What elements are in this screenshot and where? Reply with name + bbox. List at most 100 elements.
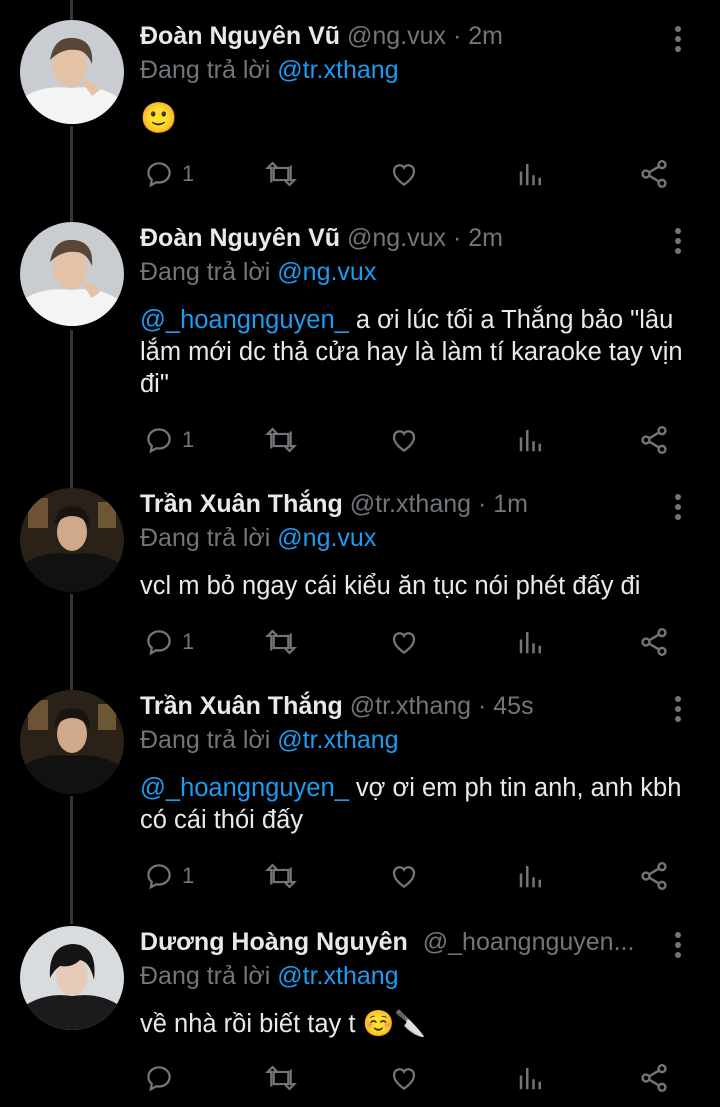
views-button[interactable] <box>516 154 546 194</box>
tweet[interactable]: Đoàn Nguyên Vũ @ng.vux · 2m Đang trả lời… <box>0 0 720 210</box>
share-icon <box>641 426 667 454</box>
reply-button[interactable] <box>144 1058 182 1098</box>
retweet-icon <box>265 427 297 453</box>
views-button[interactable] <box>516 420 546 460</box>
timestamp[interactable]: 2m <box>468 22 503 50</box>
reply-icon <box>147 1066 171 1092</box>
tweet-text: về nhà rồi biết tay t ☺️🔪 <box>140 1008 700 1040</box>
tweet-actions: 1 <box>140 420 700 460</box>
reply-icon <box>147 864 171 890</box>
separator: · <box>452 22 462 50</box>
views-button[interactable] <box>516 622 546 662</box>
share-button[interactable] <box>638 1058 670 1098</box>
timestamp[interactable]: 2m <box>468 224 503 252</box>
display-name[interactable]: Trần Xuân Thắng <box>140 692 343 720</box>
reply-count: 1 <box>182 629 195 654</box>
reply-icon <box>147 630 171 656</box>
views-icon <box>519 866 541 888</box>
display-name[interactable]: Dương Hoàng Nguyên <box>140 928 408 956</box>
user-handle[interactable]: @_hoangnguyen... <box>423 928 635 956</box>
views-icon <box>519 430 541 452</box>
timestamp[interactable]: 1m <box>493 490 528 518</box>
tweet[interactable]: Trần Xuân Thắng @tr.xthang · 45s Đang tr… <box>0 670 720 914</box>
tweet[interactable]: Dương Hoàng Nguyên @_hoangnguyen... Đang… <box>0 906 720 1107</box>
replying-handle[interactable]: @tr.xthang <box>277 56 398 84</box>
retweet-button[interactable] <box>264 622 298 662</box>
tweet[interactable]: Đoàn Nguyên Vũ @ng.vux · 2m Đang trả lời… <box>0 202 720 478</box>
like-icon <box>392 430 416 452</box>
tweet-text: vcl m bỏ ngay cái kiểu ăn tục nói phét đ… <box>140 570 710 602</box>
user-handle[interactable]: @tr.xthang <box>350 692 471 720</box>
retweet-icon <box>265 161 297 187</box>
tweet-text: 🙂 <box>140 102 700 136</box>
tweet-header: Đoàn Nguyên Vũ @ng.vux · 2m <box>140 224 503 253</box>
share-button[interactable] <box>638 420 670 460</box>
more-options-icon[interactable] <box>666 492 690 522</box>
user-handle[interactable]: @ng.vux <box>347 224 446 252</box>
user-handle[interactable]: @tr.xthang <box>350 490 471 518</box>
replying-handle[interactable]: @ng.vux <box>277 524 376 552</box>
tweet[interactable]: Trần Xuân Thắng @tr.xthang · 1m Đang trả… <box>0 468 720 680</box>
replying-label: Đang trả lời <box>140 726 278 754</box>
replying-handle[interactable]: @ng.vux <box>277 258 376 286</box>
retweet-icon <box>265 863 297 889</box>
reply-button[interactable]: 1 <box>144 154 194 194</box>
reply-count: 1 <box>182 863 195 888</box>
like-button[interactable] <box>388 622 420 662</box>
share-icon <box>641 1064 667 1092</box>
avatar[interactable] <box>20 222 124 326</box>
replying-to: Đang trả lời @ng.vux <box>140 258 376 287</box>
mention-link[interactable]: @_hoangnguyen_ <box>140 774 349 802</box>
like-icon <box>392 632 416 654</box>
avatar[interactable] <box>20 926 124 1030</box>
replying-handle[interactable]: @tr.xthang <box>277 726 398 754</box>
share-button[interactable] <box>638 622 670 662</box>
tweet-text-content: vcl m bỏ ngay cái kiểu ăn tục nói phét đ… <box>140 572 641 600</box>
more-options-icon[interactable] <box>666 226 690 256</box>
display-name[interactable]: Trần Xuân Thắng <box>140 490 343 518</box>
replying-label: Đang trả lời <box>140 524 278 552</box>
more-options-icon[interactable] <box>666 694 690 724</box>
timestamp[interactable]: 45s <box>493 692 533 720</box>
tweet-actions: 1 <box>140 154 700 194</box>
views-button[interactable] <box>516 1058 546 1098</box>
more-options-icon[interactable] <box>666 930 690 960</box>
avatar[interactable] <box>20 20 124 124</box>
tweet-header: Trần Xuân Thắng @tr.xthang · 45s <box>140 692 534 721</box>
separator: · <box>477 692 487 720</box>
reply-button[interactable]: 1 <box>144 622 194 662</box>
reply-button[interactable]: 1 <box>144 420 194 460</box>
avatar[interactable] <box>20 690 124 794</box>
replying-to: Đang trả lời @tr.xthang <box>140 726 399 755</box>
reply-icon <box>147 428 171 454</box>
like-button[interactable] <box>388 856 420 896</box>
reply-button[interactable]: 1 <box>144 856 194 896</box>
like-button[interactable] <box>388 154 420 194</box>
replying-handle[interactable]: @tr.xthang <box>277 962 398 990</box>
share-icon <box>641 160 667 188</box>
like-button[interactable] <box>388 1058 420 1098</box>
tweet-header: Dương Hoàng Nguyên @_hoangnguyen... <box>140 928 634 957</box>
like-button[interactable] <box>388 420 420 460</box>
tweet-header: Đoàn Nguyên Vũ @ng.vux · 2m <box>140 22 503 51</box>
retweet-button[interactable] <box>264 154 298 194</box>
retweet-icon <box>265 1065 297 1091</box>
display-name[interactable]: Đoàn Nguyên Vũ <box>140 22 340 50</box>
replying-to: Đang trả lời @ng.vux <box>140 524 376 553</box>
views-icon <box>519 1068 541 1090</box>
retweet-button[interactable] <box>264 856 298 896</box>
user-handle[interactable]: @ng.vux <box>347 22 446 50</box>
share-button[interactable] <box>638 856 670 896</box>
share-icon <box>641 862 667 890</box>
mention-link[interactable]: @_hoangnguyen_ <box>140 306 349 334</box>
replying-label: Đang trả lời <box>140 258 278 286</box>
views-button[interactable] <box>516 856 546 896</box>
more-options-icon[interactable] <box>666 24 690 54</box>
separator: · <box>452 224 462 252</box>
share-button[interactable] <box>638 154 670 194</box>
like-icon <box>392 1068 416 1090</box>
display-name[interactable]: Đoàn Nguyên Vũ <box>140 224 340 252</box>
retweet-button[interactable] <box>264 1058 298 1098</box>
retweet-button[interactable] <box>264 420 298 460</box>
avatar[interactable] <box>20 488 124 592</box>
